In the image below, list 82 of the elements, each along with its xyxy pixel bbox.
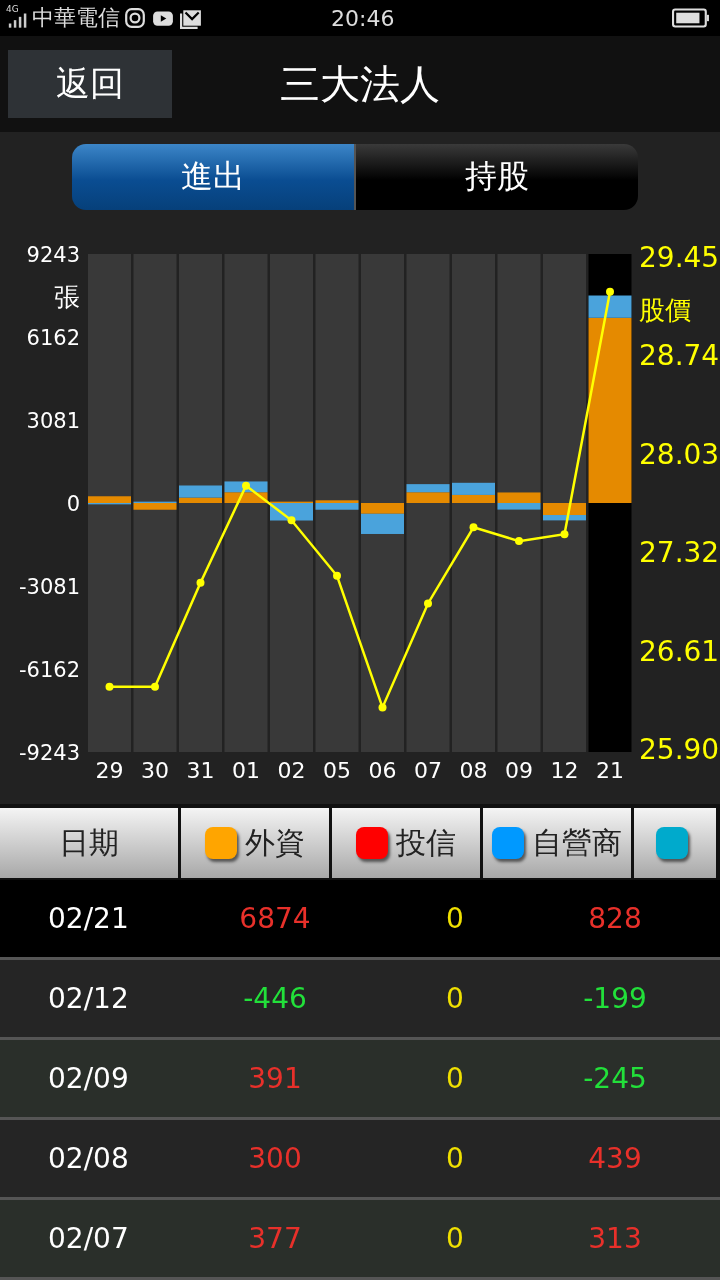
- table-row[interactable]: 02/07 377 0 313: [0, 1200, 720, 1280]
- column-header[interactable]: [634, 808, 716, 878]
- column-header[interactable]: 投信: [332, 808, 480, 878]
- header-label: 投信: [396, 823, 456, 862]
- axis-label: 3081: [26, 409, 80, 433]
- axis-label: 27.32: [639, 536, 720, 570]
- carrier-name: 中華電信: [32, 4, 120, 32]
- point: [515, 537, 523, 546]
- table-row[interactable]: 02/09 391 0 -245: [0, 1040, 720, 1120]
- table-cell-text: 439: [587, 1142, 643, 1175]
- table-cell-text: 0: [445, 1222, 465, 1255]
- table-cell-text: 300: [247, 1142, 303, 1175]
- axis-title: 股價: [639, 295, 691, 326]
- axis-label: -3081: [18, 575, 80, 599]
- table-row[interactable]: 02/21 6874 0 828: [0, 880, 720, 960]
- point: [606, 287, 614, 296]
- axis-label: 05: [323, 758, 351, 783]
- table-cell-text: 828: [587, 902, 643, 935]
- axis-label: 09: [505, 758, 533, 783]
- table-cell-text: 02/08: [47, 1142, 130, 1175]
- axis-label: 02: [277, 758, 306, 783]
- column-header[interactable]: 日期: [0, 808, 178, 878]
- page-title: 三大法人: [280, 59, 440, 109]
- table-cell-text: -446: [242, 982, 308, 1015]
- point: [242, 481, 250, 490]
- table-cell-text: 0: [445, 1142, 465, 1175]
- axis-label: 9243: [26, 243, 80, 267]
- axis-label: 28.03: [639, 437, 720, 471]
- column-header[interactable]: 外資: [181, 808, 329, 878]
- axis-label: 08: [459, 758, 488, 783]
- table-cell-text: 377: [247, 1222, 303, 1255]
- axis-title: 張: [54, 281, 80, 312]
- network-type: 4G: [6, 4, 19, 14]
- point: [287, 516, 296, 525]
- header-label: 日期: [59, 823, 119, 862]
- axis-label: 29.45: [639, 242, 720, 274]
- table-cell-text: 02/07: [47, 1222, 130, 1255]
- axis-label: 06: [368, 758, 397, 783]
- header-label: 外資: [245, 823, 305, 862]
- axis-label: -9243: [18, 741, 80, 765]
- table-cell-text: -245: [582, 1062, 648, 1095]
- point: [333, 571, 341, 580]
- axis-label: 0: [66, 492, 80, 516]
- table-cell-text: 0: [445, 1062, 465, 1095]
- table-cell-text: -199: [582, 982, 648, 1015]
- axis-label: 6162: [26, 326, 80, 350]
- point: [378, 703, 387, 712]
- back-button[interactable]: 返回: [8, 50, 172, 118]
- axis-label: 25.90: [639, 733, 720, 766]
- axis-label: 26.61: [639, 634, 720, 668]
- table-cell-text: 0: [445, 902, 465, 935]
- point: [105, 682, 114, 691]
- table-cell-text: 02/12: [47, 982, 130, 1015]
- axis-label: 30: [141, 758, 169, 783]
- axis-label: 21: [596, 758, 624, 783]
- table-cell-text: 313: [587, 1222, 643, 1255]
- table-cell-text: 02/21: [47, 902, 130, 935]
- table-cell-text: 02/09: [47, 1062, 130, 1095]
- table-cell-text: 0: [445, 982, 465, 1015]
- signal-icon: [8, 13, 28, 29]
- tab[interactable]: 進出: [72, 144, 356, 210]
- point: [560, 530, 569, 539]
- tab[interactable]: 持股: [356, 144, 638, 210]
- column-header[interactable]: 自營商: [483, 808, 631, 878]
- clock-time: 20:46: [331, 5, 395, 31]
- battery-icon: [672, 8, 710, 28]
- axis-label: 31: [186, 758, 215, 783]
- axis-label: 12: [550, 758, 579, 783]
- camera-icon: [124, 7, 146, 29]
- table-cell-text: 391: [247, 1062, 303, 1095]
- axis-label: 07: [414, 758, 442, 783]
- header-label: 自營商: [532, 823, 622, 862]
- point: [196, 578, 205, 587]
- point: [151, 682, 159, 691]
- point: [424, 599, 432, 608]
- mail-icon: [180, 7, 202, 29]
- axis-label: 28.74: [639, 339, 720, 373]
- table-cell-text: 6874: [238, 902, 312, 935]
- point: [469, 523, 478, 532]
- axis-label: -6162: [18, 658, 80, 682]
- axis-label: 01: [232, 758, 260, 783]
- axis-label: 29: [95, 758, 124, 783]
